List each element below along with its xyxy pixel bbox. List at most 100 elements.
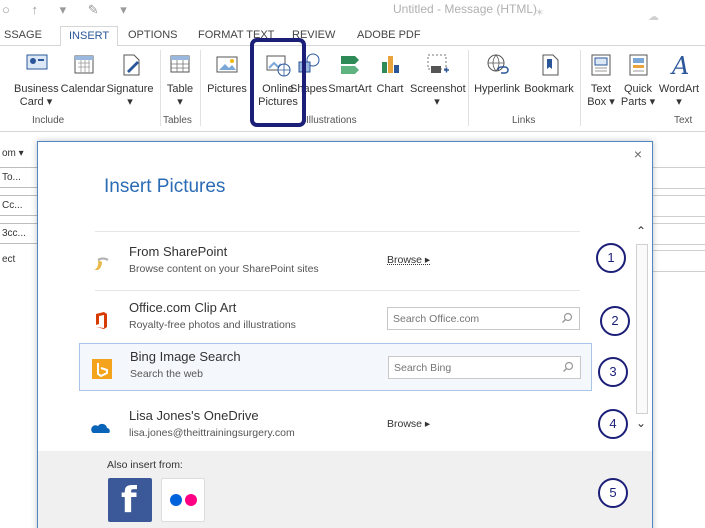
chart-icon — [382, 56, 399, 73]
svg-text:A: A — [670, 52, 689, 80]
divider — [95, 231, 580, 232]
flickr-icon[interactable] — [161, 478, 205, 522]
to-button[interactable]: To... — [0, 167, 38, 188]
quick-parts-button[interactable]: Quick Parts ▾ — [620, 50, 656, 109]
onedrive-icon — [91, 423, 110, 433]
dropdown-arrow-icon: ▾ — [434, 96, 440, 108]
sharepoint-subtitle: Browse content on your SharePoint sites — [129, 263, 319, 275]
ribbon: Business Card ▾ Calendar Signature ▾ Tab… — [0, 46, 705, 132]
text-box-button[interactable]: Text Box ▾ — [583, 50, 619, 109]
dropdown-arrow-icon: ▾ — [676, 96, 682, 108]
facebook-icon[interactable]: f — [108, 478, 152, 522]
sharepoint-browse-link[interactable]: Browse ▸ — [387, 254, 430, 266]
search-icon[interactable] — [562, 361, 574, 373]
cc-field[interactable] — [652, 195, 705, 217]
subject-field[interactable] — [652, 250, 705, 272]
dropdown-arrow-icon: ▾ — [609, 96, 615, 108]
tab-options[interactable]: OPTIONS — [128, 29, 178, 41]
text-box-icon — [591, 54, 611, 76]
dialog-scrollbar[interactable]: ⌃ ⌄ — [635, 224, 649, 434]
business-card-button[interactable]: Business Card ▾ — [14, 50, 59, 109]
office-icon — [96, 312, 107, 329]
dropdown-arrow-icon: ▾ — [127, 96, 133, 108]
onedrive-row[interactable]: Lisa Jones's OneDrive lisa.jones@theittr… — [79, 403, 592, 451]
window-title: Untitled - Message (HTML) — [393, 2, 538, 16]
bookmark-label: Bookmark — [524, 83, 574, 95]
tab-message[interactable]: SSAGE — [4, 29, 42, 41]
ribbon-separator — [580, 50, 581, 126]
onedrive-title: Lisa Jones's OneDrive — [129, 408, 259, 423]
outlook-window: ○ ↑ ▾ ✎ ▾ Untitled - Message (HTML) ✶ ☁ … — [0, 0, 705, 528]
from-button[interactable]: om ▾ — [0, 144, 38, 165]
quick-parts-icon — [629, 54, 648, 76]
office-clip-art-subtitle: Royalty-free photos and illustrations — [129, 319, 296, 331]
signature-icon — [123, 54, 140, 76]
subject-label: ect — [0, 250, 38, 271]
title-bar: ○ ↑ ▾ ✎ ▾ Untitled - Message (HTML) ✶ ☁ — [0, 0, 705, 26]
callout-4: 4 — [598, 409, 628, 439]
callout-1: 1 — [596, 243, 626, 273]
sharepoint-title: From SharePoint — [129, 244, 228, 259]
dropdown-arrow-icon: ▾ — [649, 96, 656, 108]
bookmark-button[interactable]: Bookmark — [523, 50, 575, 96]
scroll-down-icon[interactable]: ⌄ — [636, 416, 646, 430]
bing-icon — [92, 359, 112, 379]
cc-button[interactable]: Cc... — [0, 195, 38, 216]
office-clip-art-row: Office.com Clip Art Royalty-free photos … — [79, 295, 592, 343]
pictures-button[interactable]: Pictures — [205, 50, 249, 96]
group-label-text: Text — [674, 115, 693, 126]
signature-button[interactable]: Signature ▾ — [106, 50, 154, 109]
pictures-icon — [216, 56, 238, 73]
quick-parts-label: Quick Parts — [620, 83, 653, 108]
dropdown-arrow-icon: ▾ — [177, 96, 183, 108]
signature-label: Signature — [106, 83, 154, 95]
calendar-icon — [74, 55, 94, 74]
bing-search-input[interactable] — [389, 357, 559, 378]
bing-search-box[interactable] — [388, 356, 581, 379]
ribbon-separator — [160, 50, 161, 126]
ribbon-separator — [200, 50, 201, 126]
hyperlink-icon — [487, 54, 509, 74]
text-box-label: Text Box — [587, 83, 612, 108]
chart-label: Chart — [376, 83, 404, 95]
tab-insert[interactable]: INSERT — [60, 26, 119, 47]
also-insert-label: Also insert from: — [107, 459, 183, 471]
scroll-up-icon[interactable]: ⌃ — [636, 224, 646, 238]
group-label-illustrations: Illustrations — [306, 115, 357, 126]
wordart-icon: A — [670, 52, 689, 80]
calendar-button[interactable]: Calendar — [60, 50, 106, 96]
callout-2: 2 — [600, 306, 630, 336]
callout-3: 3 — [598, 357, 628, 387]
online-pictures-highlight — [250, 38, 306, 127]
office-search-input[interactable] — [388, 308, 558, 329]
bing-title: Bing Image Search — [130, 349, 241, 364]
bing-image-search-row: Bing Image Search Search the web — [79, 343, 592, 391]
office-search-box[interactable] — [387, 307, 580, 330]
smartart-button[interactable]: SmartArt — [327, 50, 373, 96]
chart-button[interactable]: Chart — [373, 50, 407, 96]
dropdown-arrow-icon: ▾ — [46, 96, 53, 108]
hyperlink-button[interactable]: Hyperlink — [472, 50, 522, 96]
wordart-button[interactable]: A WordArt ▾ — [656, 50, 702, 109]
divider — [95, 290, 580, 291]
scrollbar-track[interactable] — [636, 244, 648, 414]
onedrive-email: lisa.jones@theittrainingsurgery.com — [129, 427, 295, 439]
onedrive-browse-link[interactable]: Browse ▸ — [387, 418, 430, 430]
table-label: Table — [166, 83, 194, 95]
screenshot-button[interactable]: Screenshot ▾ — [410, 50, 466, 109]
quick-access-toolbar[interactable]: ○ ↑ ▾ ✎ ▾ — [2, 2, 136, 18]
to-field[interactable] — [652, 167, 705, 189]
sharepoint-row[interactable]: From SharePoint Browse content on your S… — [79, 239, 592, 287]
sharepoint-icon — [94, 257, 109, 270]
smartart-icon — [341, 56, 359, 74]
search-icon[interactable] — [561, 312, 573, 324]
also-insert-from-panel: Also insert from: f — [38, 451, 652, 528]
close-icon[interactable]: × — [634, 146, 642, 162]
bcc-field[interactable] — [652, 223, 705, 245]
bookmark-icon — [542, 54, 559, 76]
table-button[interactable]: Table ▾ — [164, 50, 196, 109]
tab-adobe-pdf[interactable]: ADOBE PDF — [357, 29, 421, 41]
bcc-button[interactable]: 3cc... — [0, 223, 38, 244]
group-label-links: Links — [512, 115, 536, 126]
table-icon — [170, 55, 190, 73]
